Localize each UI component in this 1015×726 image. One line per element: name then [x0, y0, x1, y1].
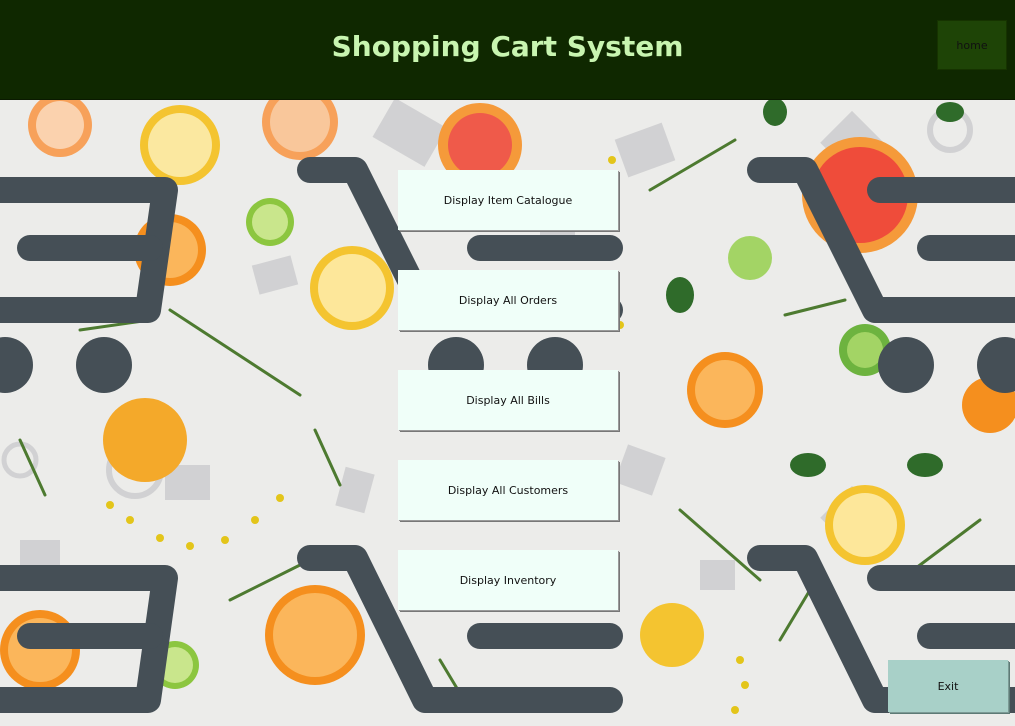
display-all-orders-button[interactable]: Display All Orders	[398, 270, 618, 330]
exit-button[interactable]: Exit	[888, 660, 1008, 712]
display-all-customers-button[interactable]: Display All Customers	[398, 460, 618, 520]
app-header: Shopping Cart System home	[0, 0, 1015, 100]
display-inventory-button[interactable]: Display Inventory	[398, 550, 618, 610]
home-button[interactable]: home	[937, 20, 1007, 70]
display-item-catalogue-button[interactable]: Display Item Catalogue	[398, 170, 618, 230]
cart-icon-top-left	[0, 177, 178, 323]
app-title: Shopping Cart System	[331, 30, 684, 63]
display-all-bills-button[interactable]: Display All Bills	[398, 370, 618, 430]
